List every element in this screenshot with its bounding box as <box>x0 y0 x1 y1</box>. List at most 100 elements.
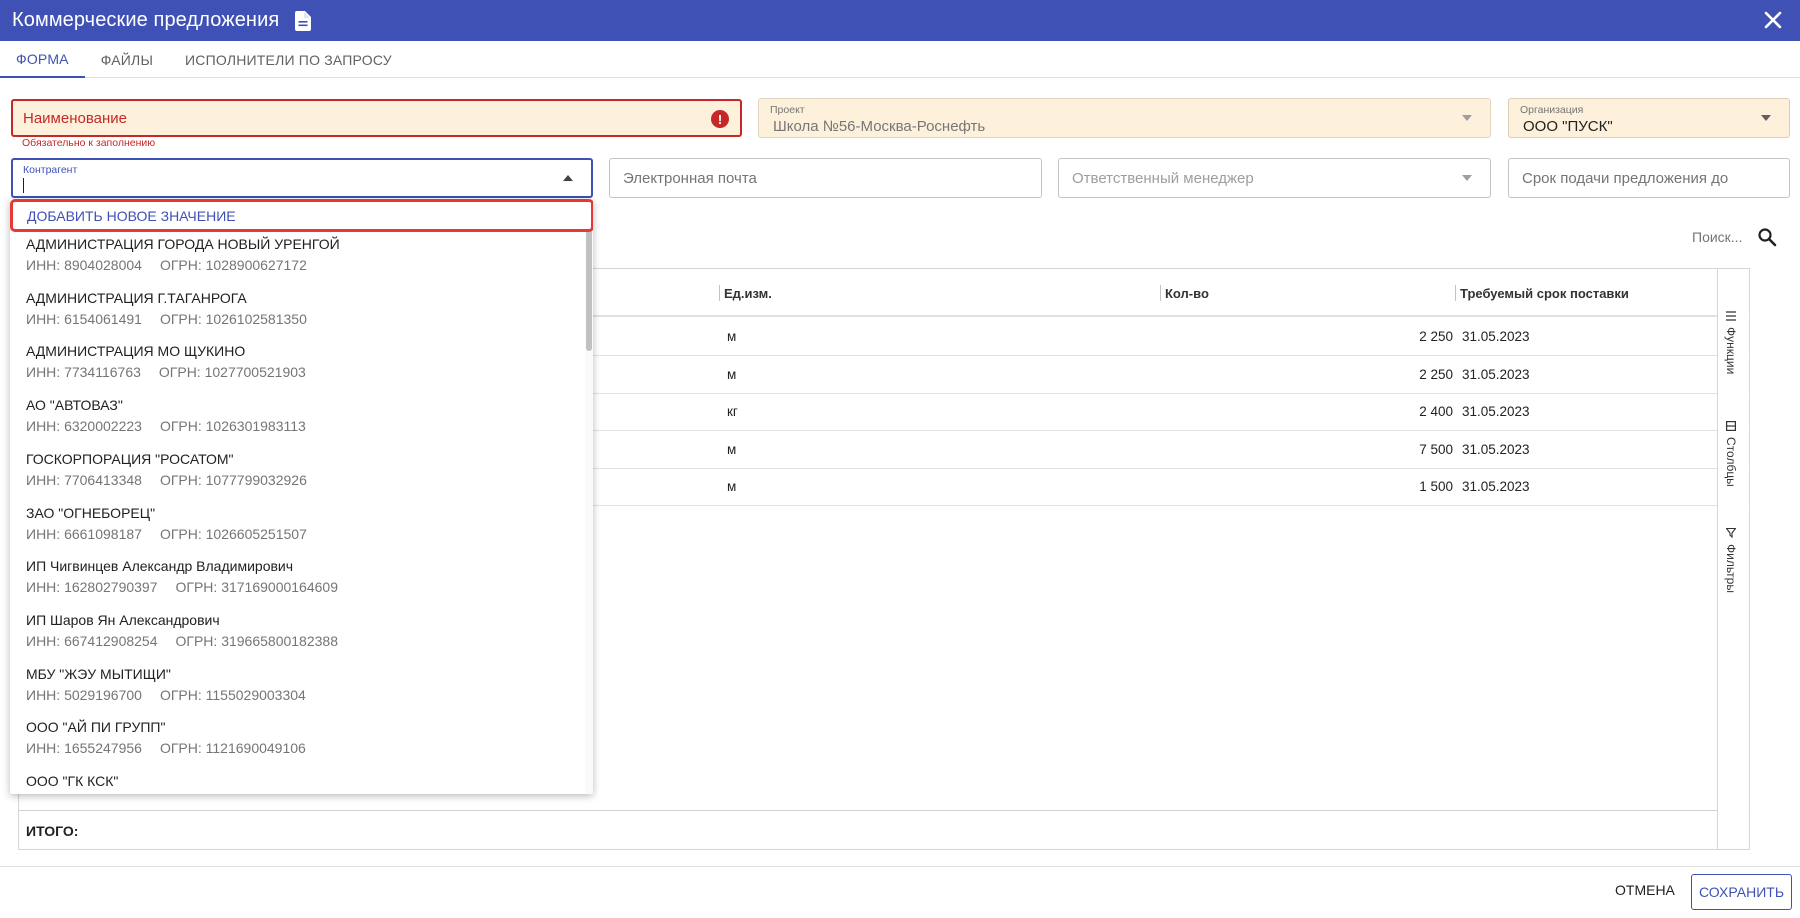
option-ogrn: ОГРН: 1026605251507 <box>159 526 307 542</box>
option-name: ГОСКОРПОРАЦИЯ "РОСАТОМ" <box>26 451 234 467</box>
save-button[interactable]: СОХРАНИТЬ <box>1691 874 1792 910</box>
cell-date: 31.05.2023 <box>1462 329 1530 344</box>
organization-label: Организация <box>1520 104 1584 116</box>
search-icon[interactable] <box>1757 227 1777 247</box>
cancel-button[interactable]: ОТМЕНА <box>1615 882 1675 902</box>
option-inn: ИНН: 6320002223 <box>26 418 142 434</box>
tab-form[interactable]: ФОРМА <box>0 41 85 78</box>
option-inn: ИНН: 6154061491 <box>26 311 142 327</box>
option-name: ИП Чигвинцев Александр Владимирович <box>26 558 294 574</box>
cell-qty: 2 400 <box>1419 404 1453 419</box>
add-new-value-button[interactable]: ДОБАВИТЬ НОВОЕ ЗНАЧЕНИЕ <box>10 199 593 232</box>
close-icon[interactable] <box>1763 10 1783 30</box>
deadline-placeholder: Срок подачи предложения до <box>1522 169 1729 187</box>
option-name: АО "АВТОВАЗ" <box>26 397 123 413</box>
email-field[interactable]: Электронная почта <box>609 158 1042 198</box>
columns-icon <box>1726 421 1736 431</box>
tab-performers[interactable]: ИСПОЛНИТЕЛИ ПО ЗАПРОСУ <box>169 41 408 78</box>
project-label: Проект <box>770 104 805 116</box>
option-meta: ИНН: 6320002223 ОГРН: 1026301983113 <box>26 418 306 434</box>
cell-date: 31.05.2023 <box>1462 442 1530 457</box>
filter-icon <box>1726 528 1736 538</box>
list-item[interactable]: ООО "ГК КСК" <box>10 770 585 794</box>
chevron-down-icon <box>1462 115 1472 121</box>
filters-label: Фильтры <box>1724 544 1738 593</box>
filters-button[interactable]: Фильтры <box>1724 528 1738 593</box>
list-item[interactable]: АО "АВТОВАЗ" ИНН: 6320002223 ОГРН: 102630… <box>10 394 585 448</box>
option-name: АДМИНИСТРАЦИЯ МО ЩУКИНО <box>26 343 246 359</box>
option-ogrn: ОГРН: 1026102581350 <box>159 311 307 327</box>
cell-qty: 2 250 <box>1419 367 1453 382</box>
column-header-qty[interactable]: Кол-во <box>1165 269 1209 317</box>
functions-button[interactable]: Функции <box>1724 311 1738 374</box>
option-inn: ИНН: 8904028004 <box>26 257 142 273</box>
name-field-helper: Обязательно к заполнению <box>22 137 156 149</box>
option-ogrn: ОГРН: 1026301983113 <box>159 418 306 434</box>
cell-unit: м <box>727 367 737 382</box>
column-separator <box>1160 285 1161 301</box>
columns-button[interactable]: Столбцы <box>1724 421 1738 487</box>
tab-bar: ФОРМА ФАЙЛЫ ИСПОЛНИТЕЛИ ПО ЗАПРОСУ <box>0 41 1800 78</box>
chevron-up-icon[interactable] <box>563 175 573 181</box>
project-value: Школа №56-Москва-Роснефть <box>773 118 986 135</box>
functions-label: Функции <box>1724 327 1738 375</box>
counterparty-select[interactable]: Контрагент <box>11 158 593 198</box>
option-ogrn: ОГРН: 319665800182388 <box>175 633 339 649</box>
list-item[interactable]: ЗАО "ОГНЕБОРЕЦ" ИНН: 6661098187 ОГРН: 102… <box>10 502 585 556</box>
search-input[interactable]: Поиск... <box>1692 229 1742 245</box>
option-name: ООО "АЙ ПИ ГРУПП" <box>26 719 166 735</box>
cell-qty: 7 500 <box>1419 442 1453 457</box>
cell-unit: м <box>727 442 737 457</box>
document-icon[interactable] <box>295 10 312 31</box>
list-item[interactable]: МБУ "ЖЭУ МЫТИЩИ" ИНН: 5029196700 ОГРН: 11… <box>10 663 585 717</box>
column-header-unit[interactable]: Ед.изм. <box>724 269 772 317</box>
option-inn: ИНН: 7734116763 <box>26 364 141 380</box>
columns-label: Столбцы <box>1724 437 1738 487</box>
option-meta: ИНН: 7706413348 ОГРН: 1077799032926 <box>26 472 307 488</box>
list-item[interactable]: АДМИНИСТРАЦИЯ Г.ТАГАНРОГА ИНН: 615406149… <box>10 287 585 341</box>
column-separator <box>1455 285 1456 301</box>
option-inn: ИНН: 6661098187 <box>26 526 142 542</box>
chevron-down-icon <box>1462 175 1472 181</box>
project-select[interactable]: Проект Школа №56-Москва-Роснефть <box>758 98 1491 138</box>
option-meta: ИНН: 5029196700 ОГРН: 1155029003304 <box>26 687 306 703</box>
list-item[interactable]: АДМИНИСТРАЦИЯ ГОРОДА НОВЫЙ УРЕНГОЙ ИНН: … <box>10 233 585 287</box>
cell-qty: 1 500 <box>1419 479 1453 494</box>
cell-date: 31.05.2023 <box>1462 479 1530 494</box>
option-ogrn: ОГРН: 1121690049106 <box>159 740 306 756</box>
option-inn: ИНН: 667412908254 <box>26 633 158 649</box>
chevron-down-icon <box>1761 115 1771 121</box>
option-name: АДМИНИСТРАЦИЯ Г.ТАГАНРОГА <box>26 290 247 306</box>
name-field[interactable]: Наименование ! <box>11 99 742 137</box>
organization-select[interactable]: Организация ООО "ПУСК" <box>1508 98 1790 138</box>
text-cursor <box>23 178 24 193</box>
tab-files[interactable]: ФАЙЛЫ <box>85 41 169 78</box>
dropdown-scrollbar[interactable] <box>585 199 593 794</box>
option-ogrn: ОГРН: 1027700521903 <box>158 364 306 380</box>
organization-value: ООО "ПУСК" <box>1523 118 1613 135</box>
option-ogrn: ОГРН: 317169000164609 <box>175 579 339 595</box>
window-title: Коммерческие предложения <box>12 9 280 31</box>
column-separator <box>719 285 720 301</box>
table-total: ИТОГО: <box>19 810 1750 850</box>
cell-date: 31.05.2023 <box>1462 367 1530 382</box>
manager-placeholder: Ответственный менеджер <box>1072 169 1254 187</box>
email-placeholder: Электронная почта <box>623 169 757 187</box>
list-item[interactable]: ООО "АЙ ПИ ГРУПП" ИНН: 1655247956 ОГРН: 1… <box>10 716 585 770</box>
option-name: ИП Шаров Ян Александрович <box>26 612 220 628</box>
cell-qty: 2 250 <box>1419 329 1453 344</box>
list-item[interactable]: ГОСКОРПОРАЦИЯ "РОСАТОМ" ИНН: 7706413348 О… <box>10 448 585 502</box>
deadline-field[interactable]: Срок подачи предложения до <box>1508 158 1790 198</box>
option-meta: ИНН: 162802790397 ОГРН: 317169000164609 <box>26 579 338 595</box>
counterparty-label: Контрагент <box>23 164 78 176</box>
option-ogrn: ОГРН: 1077799032926 <box>159 472 307 488</box>
column-header-date[interactable]: Требуемый срок поставки <box>1460 269 1629 317</box>
option-inn: ИНН: 5029196700 <box>26 687 142 703</box>
option-ogrn: ОГРН: 1155029003304 <box>159 687 306 703</box>
manager-select[interactable]: Ответственный менеджер <box>1058 158 1491 198</box>
list-item[interactable]: ИП Чигвинцев Александр Владимирович ИНН:… <box>10 555 585 609</box>
option-meta: ИНН: 6154061491 ОГРН: 1026102581350 <box>26 311 307 327</box>
list-item[interactable]: АДМИНИСТРАЦИЯ МО ЩУКИНО ИНН: 7734116763 О… <box>10 340 585 394</box>
list-item[interactable]: ИП Шаров Ян Александрович ИНН: 667412908… <box>10 609 585 663</box>
footer: ОТМЕНА СОХРАНИТЬ <box>0 866 1800 918</box>
